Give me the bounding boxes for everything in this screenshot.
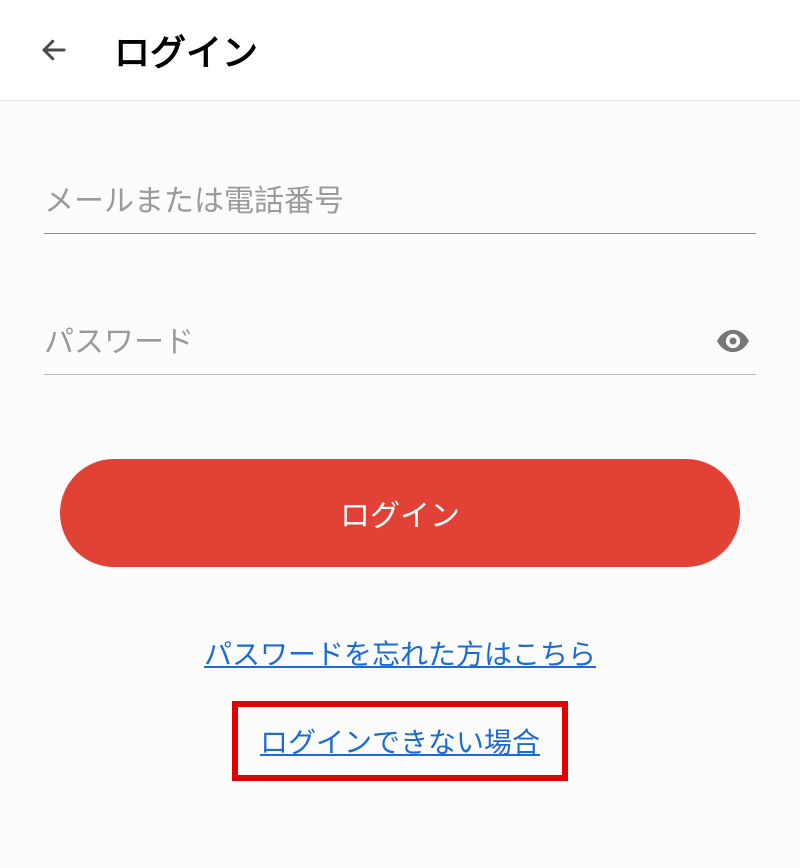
email-input[interactable] — [44, 175, 756, 234]
header-bar: ログイン — [0, 0, 800, 101]
cannot-login-link[interactable]: ログインできない場合 — [260, 727, 540, 758]
forgot-password-link[interactable]: パスワードを忘れた方はこちら — [204, 639, 596, 670]
highlighted-link-box: ログインできない場合 — [232, 701, 568, 781]
password-input[interactable] — [44, 316, 756, 375]
visibility-toggle-icon[interactable] — [714, 322, 752, 365]
email-field-wrap — [44, 175, 756, 234]
password-field-wrap — [44, 316, 756, 375]
page-title: ログイン — [114, 24, 258, 76]
links-section: パスワードを忘れた方はこちら ログインできない場合 — [44, 633, 756, 781]
login-button[interactable]: ログイン — [60, 459, 740, 567]
login-form: ログイン パスワードを忘れた方はこちら ログインできない場合 — [0, 175, 800, 781]
back-arrow-icon[interactable] — [38, 34, 70, 66]
